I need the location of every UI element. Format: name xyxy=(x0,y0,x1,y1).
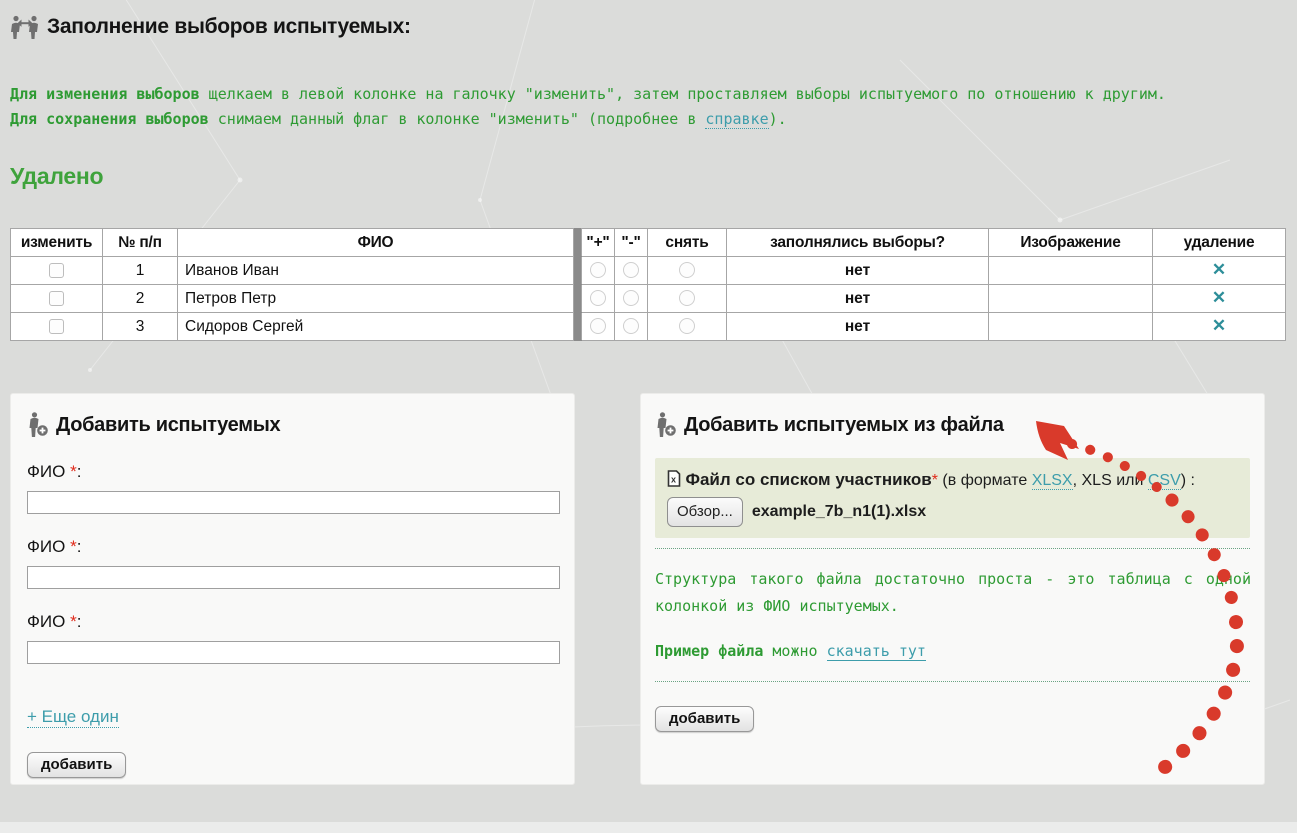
plus-radio[interactable] xyxy=(590,290,606,306)
instruction-lead-2: Для сохранения выборов xyxy=(10,110,209,128)
svg-text:x: x xyxy=(671,475,676,485)
download-example-link[interactable]: скачать тут xyxy=(827,642,926,661)
minus-radio[interactable] xyxy=(623,290,639,306)
deleted-heading: Удалено xyxy=(10,163,103,190)
page: Заполнение выборов испытуемых: Для измен… xyxy=(0,0,1297,833)
add-from-file-panel: Добавить испытуемых из файла x Файл со с… xyxy=(640,393,1265,785)
instructions: Для изменения выборов щелкаем в левой ко… xyxy=(10,82,1292,132)
instruction-lead-1: Для изменения выборов xyxy=(10,85,200,103)
col-header-name: ФИО xyxy=(178,229,574,257)
add-subjects-title: Добавить испытуемых xyxy=(27,412,558,439)
table-row: 3 Сидоров Сергей нет ✕ xyxy=(11,313,1286,341)
minus-radio[interactable] xyxy=(623,262,639,278)
col-header-remove: снять xyxy=(648,229,727,257)
add-from-file-title: Добавить испытуемых из файла xyxy=(655,412,1250,439)
image-cell xyxy=(989,313,1153,341)
edit-checkbox[interactable] xyxy=(49,263,64,278)
column-divider-bar xyxy=(574,257,582,285)
image-cell xyxy=(989,285,1153,313)
col-header-num: № п/п xyxy=(103,229,178,257)
plus-radio[interactable] xyxy=(590,262,606,278)
filled-status: нет xyxy=(727,257,989,285)
col-header-minus: "-" xyxy=(615,229,648,257)
divider xyxy=(655,548,1250,549)
col-header-delete: удаление xyxy=(1153,229,1286,257)
subject-name: Петров Петр xyxy=(178,285,574,313)
xlsx-format-link[interactable]: XLSX xyxy=(1032,472,1073,490)
required-asterisk: * xyxy=(70,462,77,481)
page-title: Заполнение выборов испытуемых: xyxy=(47,15,411,39)
person-add-icon xyxy=(655,412,676,439)
remove-radio[interactable] xyxy=(679,290,695,306)
col-header-filled: заполнялись выборы? xyxy=(727,229,989,257)
delete-x-icon[interactable]: ✕ xyxy=(1212,288,1226,307)
table-row: 2 Петров Петр нет ✕ xyxy=(11,285,1286,313)
minus-radio[interactable] xyxy=(623,318,639,334)
filled-status: нет xyxy=(727,285,989,313)
edit-checkbox[interactable] xyxy=(49,291,64,306)
row-number: 2 xyxy=(103,285,178,313)
col-header-plus: "+" xyxy=(582,229,615,257)
selected-file-name: example_7b_n1(1).xlsx xyxy=(752,503,926,520)
col-header-image: Изображение xyxy=(989,229,1153,257)
add-one-more-link[interactable]: + Еще один xyxy=(27,707,119,728)
help-link[interactable]: справке xyxy=(705,110,768,129)
page-header: Заполнение выборов испытуемых: xyxy=(10,14,411,40)
csv-format-link[interactable]: CSV xyxy=(1148,472,1181,490)
table-header-row: изменить № п/п ФИО "+" "-" снять заполня… xyxy=(11,229,1286,257)
example-file-line: Пример файла можно скачать тут xyxy=(655,642,1250,660)
subject-name: Сидоров Сергей xyxy=(178,313,574,341)
row-number: 1 xyxy=(103,257,178,285)
fio-label: ФИО *: xyxy=(27,537,558,557)
column-divider-bar xyxy=(574,285,582,313)
file-structure-description: Структура такого файла достаточно проста… xyxy=(655,566,1251,620)
browse-button[interactable]: Обзор... xyxy=(667,497,743,527)
delete-x-icon[interactable]: ✕ xyxy=(1212,316,1226,335)
file-field-label: Файл со списком участников xyxy=(685,470,931,489)
column-divider-bar xyxy=(574,313,582,341)
remove-radio[interactable] xyxy=(679,262,695,278)
divider xyxy=(655,681,1250,682)
person-add-icon xyxy=(27,412,48,439)
delete-x-icon[interactable]: ✕ xyxy=(1212,260,1226,279)
add-subjects-button[interactable]: добавить xyxy=(27,752,126,778)
fio-label: ФИО *: xyxy=(27,462,558,482)
people-exchange-icon xyxy=(10,14,40,40)
remove-radio[interactable] xyxy=(679,318,695,334)
filled-status: нет xyxy=(727,313,989,341)
table-row: 1 Иванов Иван нет ✕ xyxy=(11,257,1286,285)
subject-name: Иванов Иван xyxy=(178,257,574,285)
plus-radio[interactable] xyxy=(590,318,606,334)
col-header-edit: изменить xyxy=(11,229,103,257)
column-divider-bar xyxy=(574,229,582,257)
edit-checkbox[interactable] xyxy=(49,319,64,334)
subjects-table: изменить № п/п ФИО "+" "-" снять заполня… xyxy=(10,228,1286,341)
fio-label: ФИО *: xyxy=(27,612,558,632)
file-upload-box: x Файл со списком участников* (в формате… xyxy=(655,458,1250,538)
fio-input-3[interactable] xyxy=(27,641,560,664)
fio-input-1[interactable] xyxy=(27,491,560,514)
required-asterisk: * xyxy=(70,612,77,631)
required-asterisk: * xyxy=(70,537,77,556)
row-number: 3 xyxy=(103,313,178,341)
add-subjects-panel: Добавить испытуемых ФИО *: ФИО *: ФИО *:… xyxy=(10,393,575,785)
fio-input-2[interactable] xyxy=(27,566,560,589)
excel-file-icon: x xyxy=(667,470,681,487)
image-cell xyxy=(989,257,1153,285)
add-from-file-button[interactable]: добавить xyxy=(655,706,754,732)
